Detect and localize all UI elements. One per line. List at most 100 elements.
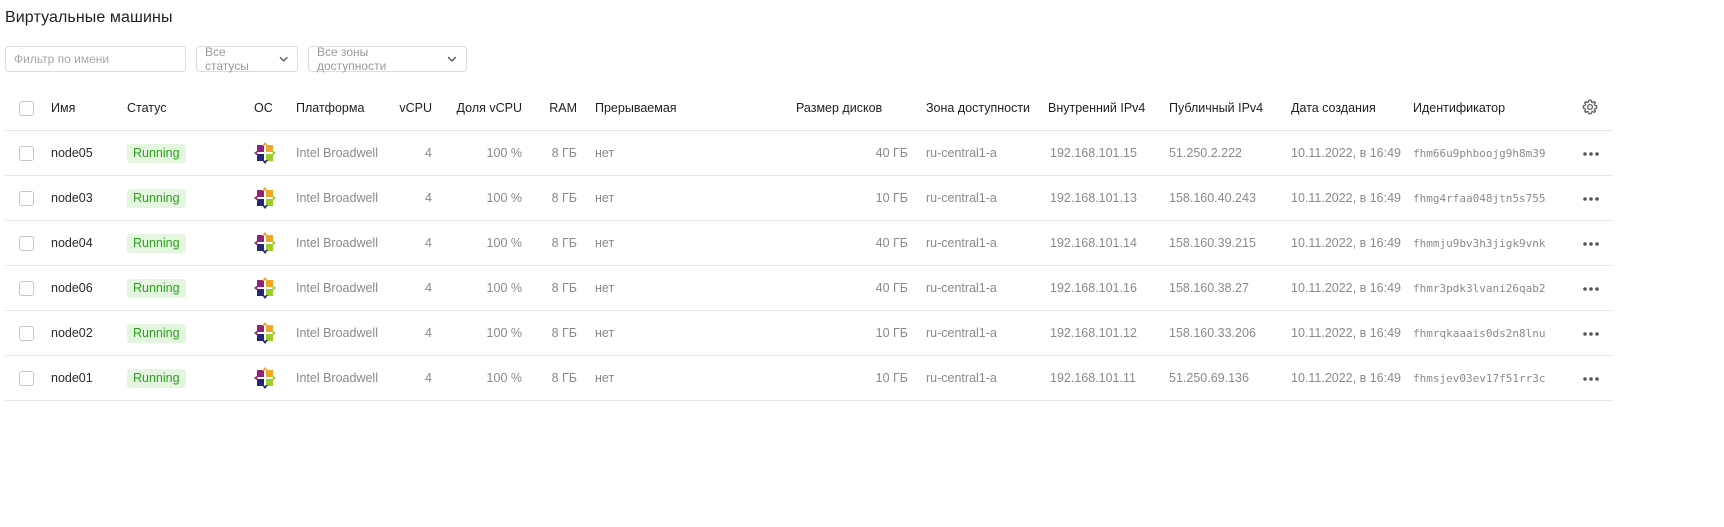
created-cell: 10.11.2022, в 16:49	[1291, 310, 1413, 356]
gear-icon[interactable]	[1582, 99, 1598, 118]
row-checkbox[interactable]	[19, 325, 34, 341]
more-actions-icon[interactable]	[1582, 371, 1600, 385]
public-ip-cell: 158.160.39.215	[1169, 220, 1291, 266]
column-header-vcpu[interactable]: vCPU	[394, 86, 432, 131]
vm-name[interactable]: node04	[51, 220, 127, 266]
internal-ip-cell: 192.168.101.11	[1048, 355, 1169, 401]
column-header-disk-size[interactable]: Размер дисков	[796, 86, 926, 131]
table-row[interactable]: node01 Running Intel Broadwell 4 100 % 8 ГБ не…	[5, 355, 1613, 401]
status-cell: Running	[127, 220, 254, 266]
column-header-zone[interactable]: Зона доступности	[926, 86, 1048, 131]
platform-cell: Intel Broadwell	[296, 220, 394, 266]
disk-size-cell: 10 ГБ	[778, 355, 926, 401]
vm-name[interactable]: node02	[51, 310, 127, 356]
internal-ip-cell: 192.168.101.13	[1048, 175, 1169, 221]
status-filter-select[interactable]: Все статусы	[196, 45, 298, 73]
table-row[interactable]: node03 Running Intel Broadwell 4 100 % 8 ГБ не…	[5, 175, 1613, 221]
status-badge: Running	[127, 188, 186, 208]
zone-cell: ru-central1-a	[926, 220, 1048, 266]
row-checkbox[interactable]	[19, 370, 34, 386]
centos-icon	[254, 142, 276, 164]
platform-cell: Intel Broadwell	[296, 310, 394, 356]
select-all-checkbox[interactable]	[19, 100, 34, 116]
zone-cell: ru-central1-a	[926, 175, 1048, 221]
vm-name[interactable]: node06	[51, 265, 127, 311]
ram-cell: 8 ГБ	[522, 310, 577, 356]
zone-cell: ru-central1-a	[926, 310, 1048, 356]
preemptible-cell: нет	[595, 130, 778, 176]
column-header-ram[interactable]: RAM	[522, 86, 577, 131]
ram-cell: 8 ГБ	[522, 220, 577, 266]
column-header-os[interactable]: ОС	[254, 86, 296, 131]
column-header-status[interactable]: Статус	[127, 86, 254, 131]
table-row[interactable]: node02 Running Intel Broadwell 4 100 % 8 ГБ не…	[5, 310, 1613, 356]
select-all-cell	[5, 86, 51, 131]
centos-icon	[254, 277, 276, 299]
spacer-cell	[577, 355, 595, 401]
vm-id-cell[interactable]: fhmr3pdk3lvani26qab2	[1413, 265, 1573, 311]
column-header-preemptible[interactable]: Прерываемая	[595, 86, 778, 131]
created-cell: 10.11.2022, в 16:49	[1291, 175, 1413, 221]
vm-name[interactable]: node03	[51, 175, 127, 221]
vm-name[interactable]: node01	[51, 355, 127, 401]
ram-cell: 8 ГБ	[522, 130, 577, 176]
vm-name[interactable]: node05	[51, 130, 127, 176]
public-ip-cell: 158.160.38.27	[1169, 265, 1291, 311]
platform-cell: Intel Broadwell	[296, 130, 394, 176]
zone-cell: ru-central1-a	[926, 265, 1048, 311]
column-header-vcpu-share[interactable]: Доля vCPU	[432, 86, 522, 131]
row-select-cell	[5, 175, 51, 221]
column-header-id[interactable]: Идентификатор	[1413, 86, 1573, 131]
more-actions-icon[interactable]	[1582, 191, 1600, 205]
status-cell: Running	[127, 175, 254, 221]
vm-list-page: Виртуальные машины Все статусы Все зоны …	[0, 0, 1724, 527]
table-settings-cell	[1573, 86, 1613, 131]
more-actions-icon[interactable]	[1582, 326, 1600, 340]
column-spacer	[577, 86, 595, 131]
zone-filter-select[interactable]: Все зоны доступности	[308, 45, 467, 73]
vm-id-cell[interactable]: fhm66u9phboojg9h8m39	[1413, 130, 1573, 176]
vcpu-cell: 4	[394, 265, 432, 311]
internal-ip-cell: 192.168.101.15	[1048, 130, 1169, 176]
row-actions-cell	[1573, 175, 1613, 221]
column-header-platform[interactable]: Платформа	[296, 86, 394, 131]
ram-cell: 8 ГБ	[522, 355, 577, 401]
spacer-cell	[577, 175, 595, 221]
row-checkbox[interactable]	[19, 145, 34, 161]
status-badge: Running	[127, 368, 186, 388]
status-badge: Running	[127, 278, 186, 298]
vm-id-cell[interactable]: fhmmju9bv3h3jigk9vnk	[1413, 220, 1573, 266]
column-header-created[interactable]: Дата создания	[1291, 86, 1413, 131]
row-checkbox[interactable]	[19, 235, 34, 251]
more-actions-icon[interactable]	[1582, 146, 1600, 160]
status-badge: Running	[127, 233, 186, 253]
more-actions-icon[interactable]	[1582, 236, 1600, 250]
more-actions-icon[interactable]	[1582, 281, 1600, 295]
table-row[interactable]: node04 Running Intel Broadwell 4 100 % 8 ГБ не…	[5, 220, 1613, 266]
table-row[interactable]: node06 Running Intel Broadwell 4 100 % 8 ГБ не…	[5, 265, 1613, 311]
table-row[interactable]: node05 Running Intel Broadwell 4 100 % 8 ГБ не…	[5, 130, 1613, 176]
zone-filter-value: Все зоны доступности	[317, 45, 387, 73]
disk-size-cell: 10 ГБ	[778, 310, 926, 356]
vcpu-cell: 4	[394, 310, 432, 356]
vm-id-cell[interactable]: fhmsjev03ev17f51rr3c	[1413, 355, 1573, 401]
row-checkbox[interactable]	[19, 280, 34, 296]
name-filter-input[interactable]	[5, 46, 186, 72]
vm-id-cell[interactable]: fhmg4rfaa048jtn5s755	[1413, 175, 1573, 221]
preemptible-cell: нет	[595, 175, 778, 221]
zone-cell: ru-central1-a	[926, 355, 1048, 401]
ram-cell: 8 ГБ	[522, 175, 577, 221]
column-header-internal-ip[interactable]: Внутренний IPv4	[1048, 86, 1169, 131]
status-badge: Running	[127, 323, 186, 343]
platform-cell: Intel Broadwell	[296, 355, 394, 401]
vm-table-body: node05 Running Intel Broadwell 4 100 % 8 ГБ не…	[5, 130, 1613, 401]
row-select-cell	[5, 220, 51, 266]
status-filter-value: Все статусы	[205, 45, 249, 73]
preemptible-cell: нет	[595, 310, 778, 356]
spacer-cell	[577, 265, 595, 311]
public-ip-cell: 51.250.69.136	[1169, 355, 1291, 401]
row-checkbox[interactable]	[19, 190, 34, 206]
column-header-public-ip[interactable]: Публичный IPv4	[1169, 86, 1291, 131]
column-header-name[interactable]: Имя	[51, 86, 127, 131]
vm-id-cell[interactable]: fhmrqkaaais0ds2n8lnu	[1413, 310, 1573, 356]
